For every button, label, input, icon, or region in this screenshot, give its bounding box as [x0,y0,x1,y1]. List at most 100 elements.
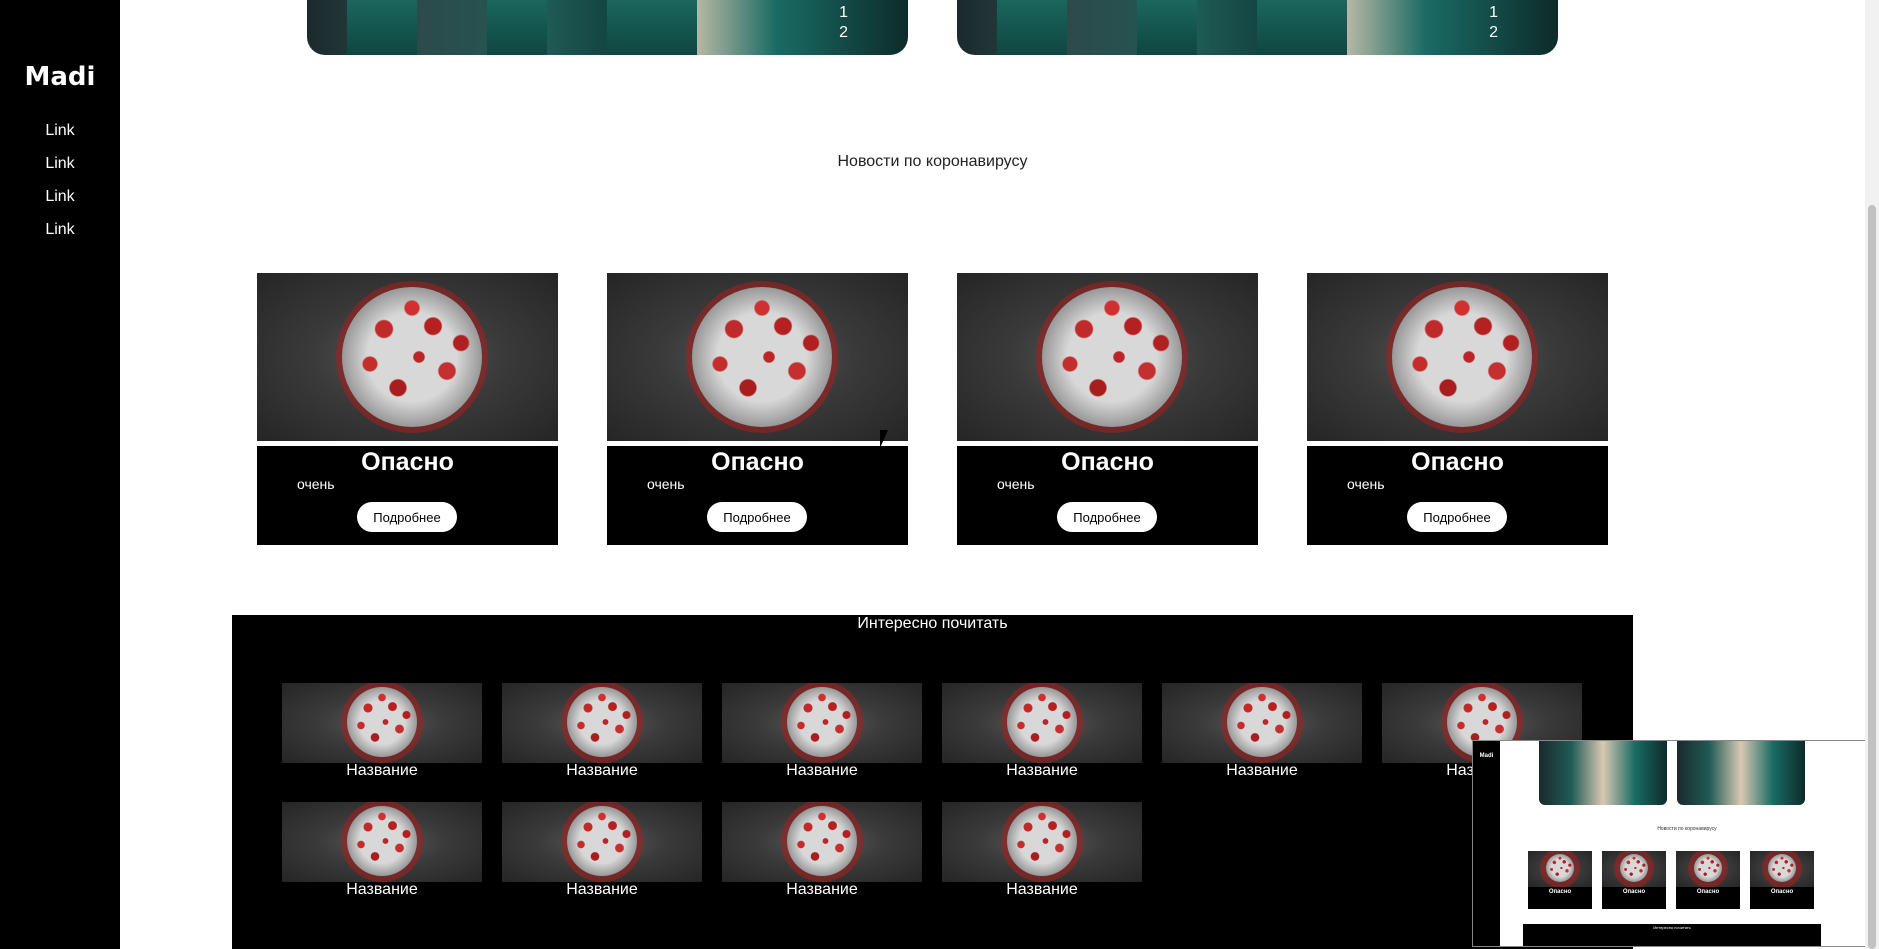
card-divider [957,441,1258,446]
preview-card-title: Опасно [1696,889,1720,895]
sidebar: Madi Link Link Link Link [0,0,120,949]
reading-section: Интересно почитать Название Название Наз… [232,615,1633,949]
mouse-cursor-icon [880,430,888,448]
virus-image [942,683,1142,763]
reading-item-name: Название [566,881,638,898]
details-button[interactable]: Подробнее [707,502,807,532]
virus-graphic [347,687,417,757]
sidebar-link-1[interactable]: Link [0,122,120,140]
reading-item-name: Название [786,881,858,898]
virus-image [722,683,922,763]
reading-item-name: Название [346,762,418,779]
virus-graphic [787,806,857,876]
virus-image [1602,851,1666,887]
hero-figure [347,0,417,55]
reading-item-name: Название [566,762,638,779]
virus-image [607,273,908,441]
virus-image [502,802,702,882]
reading-section-title: Интересно почитать [857,615,1008,632]
preview-card-title: Опасно [1622,889,1646,895]
slide-indicator-1[interactable]: 1 [1489,4,1498,22]
reading-item[interactable]: Название [1162,683,1362,793]
virus-graphic [1392,287,1532,427]
virus-graphic [567,806,637,876]
virus-graphic [1042,287,1182,427]
preview-reading-section: Интересно почитать [1523,924,1821,946]
hero-slide-2: 1 2 [957,0,1558,55]
virus-image [957,273,1258,441]
virus-graphic [1007,687,1077,757]
card-subtitle: очень [297,476,335,492]
reading-item[interactable]: Название [942,683,1142,793]
reading-item-name: Название [786,762,858,779]
hero-figure [1257,0,1347,55]
card-divider [257,441,558,446]
sidebar-link-3[interactable]: Link [0,188,120,206]
details-button[interactable]: Подробнее [357,502,457,532]
virus-image [282,683,482,763]
brand-logo[interactable]: Madi [0,62,120,92]
virus-graphic [1694,854,1722,882]
card-subtitle: очень [1347,476,1385,492]
screenshot-preview[interactable]: Madi Новости по коронавирусу Опасно Опас… [1472,740,1875,947]
virus-image [502,683,702,763]
reading-item[interactable]: Название [722,683,922,793]
reading-item[interactable]: Название [722,802,922,912]
card-title: Опасно [1061,448,1154,476]
virus-graphic [1546,854,1574,882]
page-scrollbar[interactable] [1865,0,1879,949]
reading-item[interactable]: Название [282,683,482,793]
card-divider [607,441,908,446]
virus-image [1528,851,1592,887]
virus-graphic [787,687,857,757]
preview-card-title: Опасно [1548,889,1572,895]
details-button[interactable]: Подробнее [1057,502,1157,532]
sidebar-link-2[interactable]: Link [0,155,120,173]
preview-hero-2 [1677,741,1805,805]
preview-card: Опасно [1676,851,1740,909]
slide-indicator-2[interactable]: 2 [839,24,848,42]
preview-card: Опасно [1528,851,1592,909]
preview-card: Опасно [1602,851,1666,909]
reading-item[interactable]: Название [502,683,702,793]
hero-figure [1137,0,1197,55]
card-title: Опасно [1411,448,1504,476]
preview-reading-title: Интересно почитать [1653,925,1691,930]
virus-graphic [1768,854,1796,882]
reading-item[interactable]: Название [502,802,702,912]
reading-item-name: Название [1226,762,1298,779]
preview-sidebar: Madi [1473,741,1500,946]
preview-news-title: Новости по коронавирусу [1657,826,1717,832]
virus-graphic [1620,854,1648,882]
hero-figure [487,0,547,55]
scrollbar-thumb[interactable] [1868,205,1876,949]
reading-item[interactable]: Название [282,802,482,912]
card-title: Опасно [361,448,454,476]
preview-card-title: Опасно [1770,889,1794,895]
virus-image [257,273,558,441]
details-button[interactable]: Подробнее [1407,502,1507,532]
virus-graphic [347,806,417,876]
card-title: Опасно [711,448,804,476]
virus-image [1750,851,1814,887]
news-card: Опасно очень Подробнее [957,273,1258,545]
preview-hero-1 [1539,741,1667,805]
reading-item-name: Название [1006,881,1078,898]
virus-image [942,802,1142,882]
reading-item[interactable]: Название [942,802,1142,912]
preview-card: Опасно [1750,851,1814,909]
sidebar-link-4[interactable]: Link [0,221,120,239]
virus-image [282,802,482,882]
slide-indicator-2[interactable]: 2 [1489,24,1498,42]
hero-slide-1: 1 2 [307,0,908,55]
hero-figure [997,0,1067,55]
card-subtitle: очень [647,476,685,492]
virus-image [722,802,922,882]
virus-graphic [692,287,832,427]
virus-graphic [1227,687,1297,757]
news-section-title: Новости по коронавирусу [837,153,1028,170]
news-card: Опасно очень Подробнее [257,273,558,545]
card-subtitle: очень [997,476,1035,492]
slide-indicator-1[interactable]: 1 [839,4,848,22]
news-card: Опасно очень Подробнее [607,273,908,545]
